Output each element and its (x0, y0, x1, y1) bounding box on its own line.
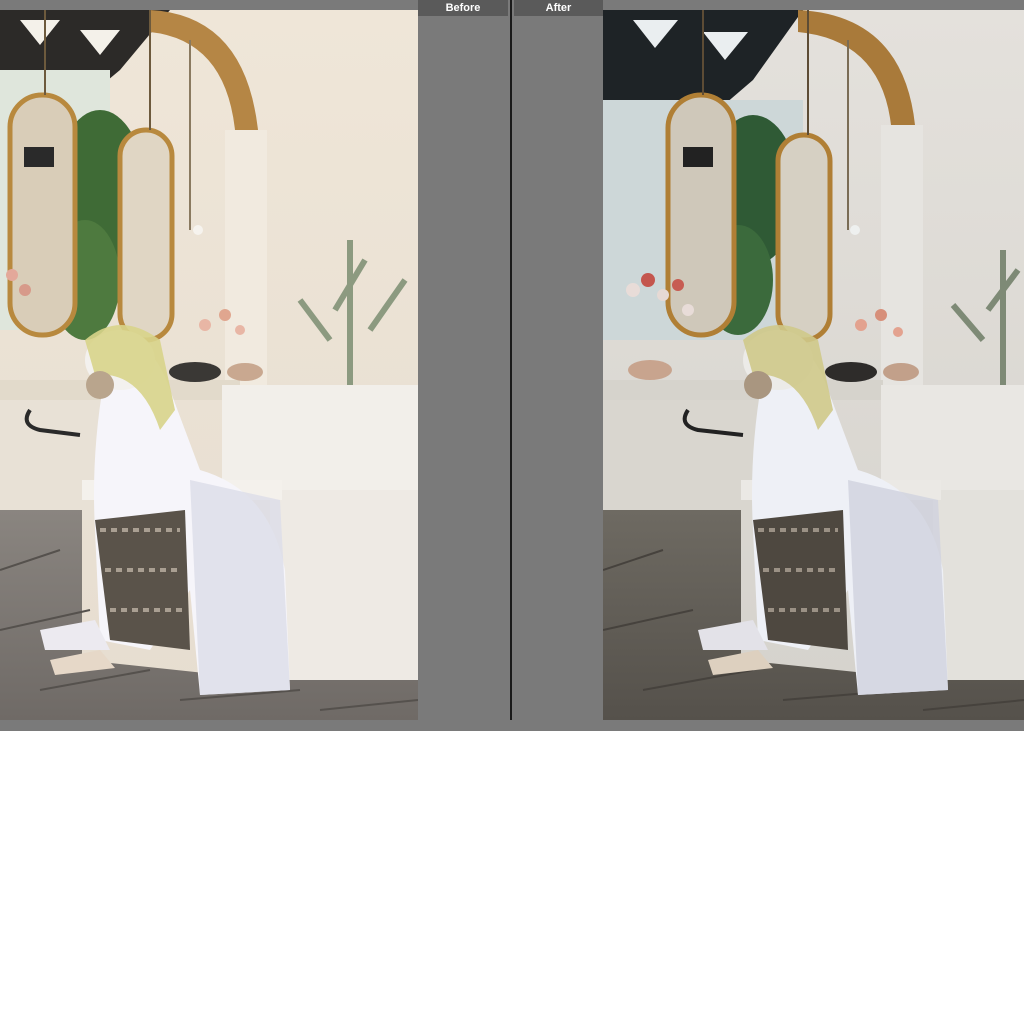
before-label: Before (418, 0, 508, 16)
after-photo-image (603, 10, 1024, 720)
compare-divider[interactable] (510, 0, 512, 731)
before-photo-image (0, 10, 418, 720)
compare-top-bar (0, 0, 1024, 10)
before-after-compare-view: Before After (0, 0, 1024, 731)
after-label: After (514, 0, 603, 16)
before-photo[interactable] (0, 10, 418, 720)
compare-bottom-strip (0, 720, 1024, 731)
after-photo[interactable] (603, 10, 1024, 720)
